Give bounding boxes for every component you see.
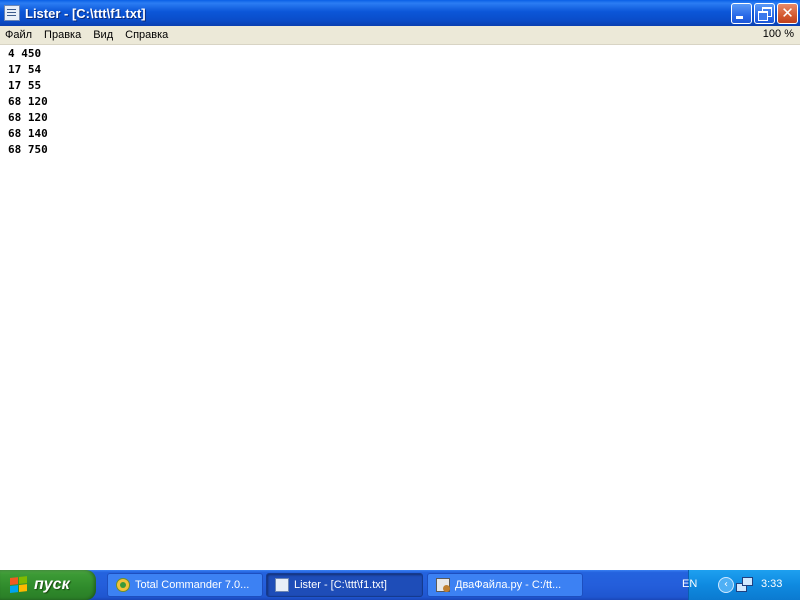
language-indicator[interactable]: EN <box>682 578 697 590</box>
task-label: Lister - [C:\ttt\f1.txt] <box>294 579 387 591</box>
file-content-area[interactable]: 4 450 17 54 17 55 68 120 68 120 68 140 6… <box>0 45 800 570</box>
file-line: 68 120 <box>8 95 48 108</box>
task-label: ДваФайла.py - C:/tt... <box>455 579 562 591</box>
close-icon: ✕ <box>781 4 794 22</box>
taskbar-item-lister[interactable]: Lister - [C:\ttt\f1.txt] <box>266 573 423 597</box>
close-button[interactable]: ✕ <box>777 3 798 24</box>
file-line: 4 450 <box>8 47 42 60</box>
menu-edit[interactable]: Правка <box>38 29 87 41</box>
title-bar[interactable]: Lister - [C:\ttt\f1.txt] ✕ <box>0 0 800 26</box>
windows-logo-icon <box>10 576 28 594</box>
show-hidden-icons-icon[interactable]: ‹ <box>718 577 734 593</box>
file-line: 68 750 <box>8 143 48 156</box>
zoom-level: 100 % <box>762 28 794 40</box>
minimize-icon <box>736 16 743 19</box>
menu-help[interactable]: Справка <box>119 29 174 41</box>
file-line: 68 120 <box>8 111 48 124</box>
taskbar: пуск Total Commander 7.0... Lister - [C:… <box>0 570 800 600</box>
restore-icon-front <box>758 11 768 21</box>
file-line: 68 140 <box>8 127 48 140</box>
menu-bar: Файл Правка Вид Справка 100 % <box>0 26 800 45</box>
lister-app-icon[interactable] <box>4 5 20 21</box>
task-label: Total Commander 7.0... <box>135 579 250 591</box>
taskbar-item-total-commander[interactable]: Total Commander 7.0... <box>107 573 263 597</box>
menu-file[interactable]: Файл <box>0 29 38 41</box>
taskbar-item-python-file[interactable]: ДваФайла.py - C:/tt... <box>427 573 583 597</box>
lister-icon <box>275 578 289 592</box>
restore-button[interactable] <box>754 3 775 24</box>
total-commander-icon <box>116 578 130 592</box>
network-icon[interactable] <box>736 577 753 593</box>
window-controls: ✕ <box>731 3 798 24</box>
minimize-button[interactable] <box>731 3 752 24</box>
file-line: 17 54 <box>8 63 42 76</box>
python-file-icon <box>436 578 450 592</box>
window-title: Lister - [C:\ttt\f1.txt] <box>25 5 146 21</box>
clock[interactable]: 3:33 <box>761 578 782 590</box>
start-label: пуск <box>34 576 70 593</box>
file-line: 17 55 <box>8 79 42 92</box>
start-button[interactable]: пуск <box>0 570 96 600</box>
menu-view[interactable]: Вид <box>87 29 119 41</box>
